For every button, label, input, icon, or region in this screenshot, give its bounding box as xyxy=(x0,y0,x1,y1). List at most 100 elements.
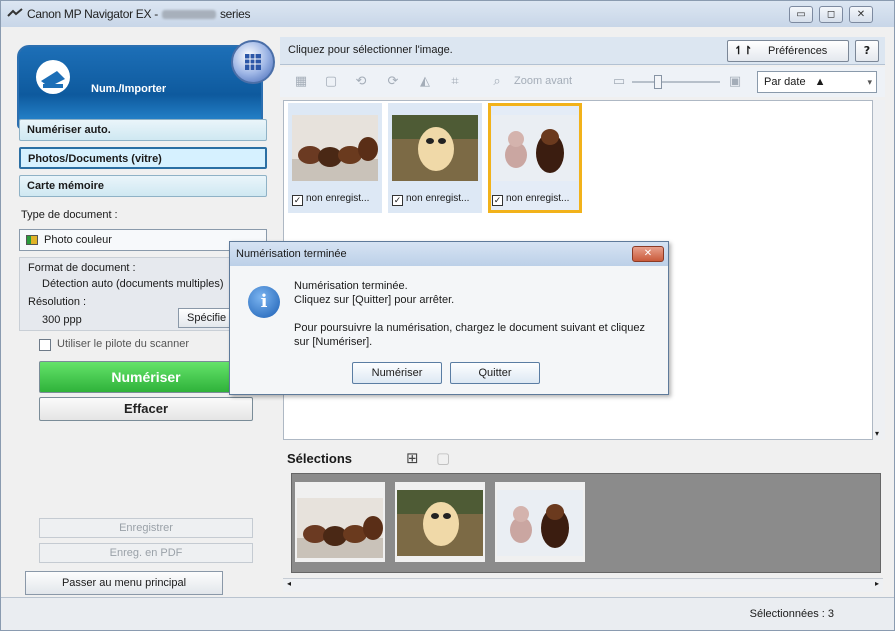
nav-auto-scan-label: Numériser auto. xyxy=(27,124,111,136)
scroll-left-icon[interactable]: ◂ xyxy=(287,579,291,588)
mirror-icon[interactable]: ◭ xyxy=(416,74,434,90)
select-all-icon[interactable]: ▦ xyxy=(292,74,310,90)
scanner-driver-label: Utiliser le pilote du scanner xyxy=(57,338,190,350)
rotate-left-icon[interactable]: ⟲ xyxy=(352,74,370,90)
dialog-quit-button[interactable]: Quitter xyxy=(450,362,540,384)
dialog-close-button[interactable]: ✕ xyxy=(632,246,664,262)
nav-memory-card-label: Carte mémoire xyxy=(27,180,105,192)
nav-photos-documents-label: Photos/Documents (vitre) xyxy=(28,153,162,165)
selections-bar: Sélections ⊞ ▢ xyxy=(280,443,885,473)
selections-label: Sélections xyxy=(287,451,353,466)
crop-icon[interactable]: ⌗ xyxy=(446,74,464,90)
thumbnail-caption: ✓ non enregist... xyxy=(492,193,582,206)
banner-label: Num./Importer xyxy=(91,83,167,95)
preferences-icon: ↿↾ xyxy=(734,45,753,57)
thumbnail-item[interactable]: ✓ non enregist... xyxy=(288,103,382,213)
deselect-icon[interactable]: ▢ xyxy=(322,74,340,90)
checked-checkbox[interactable]: ✓ xyxy=(492,195,503,206)
sort-select[interactable]: Par date ▲ ▾ xyxy=(757,71,877,93)
thumbnail-caption: ✓ non enregist... xyxy=(392,193,482,206)
checked-checkbox[interactable]: ✓ xyxy=(392,195,403,206)
dogs-photo-selected xyxy=(297,498,383,558)
scan-import-banner: Num./Importer xyxy=(17,45,263,129)
minimize-button[interactable]: ▭ xyxy=(789,6,813,23)
dogs-photo-thumbnail xyxy=(292,115,378,181)
zoom-in-label: Zoom avant xyxy=(514,75,573,87)
vertical-scrollbar[interactable]: ▾ xyxy=(873,100,885,440)
preferences-button[interactable]: ↿↾ Préférences xyxy=(727,40,849,62)
scanner-driver-checkbox[interactable] xyxy=(39,339,51,351)
sort-value: Par date xyxy=(764,76,806,88)
main-menu-button[interactable]: Passer au menu principal xyxy=(25,571,223,595)
model-name-redacted xyxy=(161,9,216,19)
dialog-body: i Numérisation terminée. Cliquez sur [Qu… xyxy=(230,266,668,394)
grid-view-icon[interactable]: ⊞ xyxy=(406,449,419,467)
image-toolbar: ▦ ▢ ⟲ ⟳ ◭ ⌗ ⌕ Zoom avant ▭ ▣ Par date ▲ … xyxy=(280,67,885,97)
save-pdf-button[interactable]: Enreg. en PDF xyxy=(39,543,253,563)
large-thumb-icon: ▣ xyxy=(728,74,742,89)
info-icon: i xyxy=(248,286,280,318)
app-window: Canon MP Navigator EX - series ▭ ◻ ✕ Num… xyxy=(0,0,895,631)
scan-button[interactable]: Numériser xyxy=(39,361,253,393)
nav-memory-card[interactable]: Carte mémoire xyxy=(19,175,267,197)
window-title: Canon MP Navigator EX - xyxy=(27,7,158,21)
checked-checkbox[interactable]: ✓ xyxy=(292,195,303,206)
selection-tray xyxy=(291,473,881,573)
scan-complete-dialog: Numérisation terminée ✕ i Numérisation t… xyxy=(229,241,669,395)
save-button[interactable]: Enregistrer xyxy=(39,518,253,538)
slider-handle[interactable] xyxy=(654,75,662,89)
status-bar: Sélectionnées : 3 xyxy=(1,597,894,630)
dog-teddy-photo-thumbnail xyxy=(492,115,578,181)
header-instruction: Cliquez pour sélectionner l'image. xyxy=(288,44,453,56)
dog-teddy-photo-selected xyxy=(497,490,583,556)
dialog-title: Numérisation terminée xyxy=(236,248,347,260)
maximize-button[interactable]: ◻ xyxy=(819,6,843,23)
horizontal-scrollbar[interactable]: ◂ ▸ xyxy=(283,578,883,592)
title-bar: Canon MP Navigator EX - series ▭ ◻ ✕ xyxy=(1,1,894,27)
scroll-right-icon[interactable]: ▸ xyxy=(875,579,879,588)
thumbnail-size-slider[interactable] xyxy=(632,81,720,83)
thumbnail-item-selected[interactable]: ✓ non enregist... xyxy=(488,103,582,213)
format-value: Détection auto (documents multiples) xyxy=(42,278,224,290)
dialog-scan-button[interactable]: Numériser xyxy=(352,362,442,384)
thumbnail-caption: ✓ non enregist... xyxy=(292,193,382,206)
resolution-value: 300 ppp xyxy=(42,314,82,326)
single-view-icon[interactable]: ▢ xyxy=(436,449,450,467)
dialog-line-4: sur [Numériser]. xyxy=(294,336,373,348)
dialog-line-3: Pour poursuivre la numérisation, chargez… xyxy=(294,322,645,334)
clear-button[interactable]: Effacer xyxy=(39,397,253,421)
scroll-down-icon[interactable]: ▾ xyxy=(875,429,879,438)
color-photo-icon xyxy=(26,235,38,245)
dog-photo-selected xyxy=(397,490,483,556)
thumbnail-caption-text: non enregist... xyxy=(306,193,370,204)
small-thumb-icon: ▭ xyxy=(612,74,626,89)
thumbnail-caption-text: non enregist... xyxy=(506,193,570,204)
nav-auto-scan[interactable]: Numériser auto. xyxy=(19,119,267,141)
selected-count: Sélectionnées : 3 xyxy=(749,608,834,620)
preferences-label: Préférences xyxy=(768,45,828,57)
selected-thumbnail[interactable] xyxy=(295,482,385,562)
close-window-button[interactable]: ✕ xyxy=(849,6,873,23)
app-logo-icon xyxy=(7,8,23,17)
zoom-icon[interactable]: ⌕ xyxy=(488,74,506,90)
window-title-suffix: series xyxy=(219,7,251,21)
dialog-title-bar: Numérisation terminée ✕ xyxy=(230,242,668,266)
thumbnail-caption-text: non enregist... xyxy=(406,193,470,204)
view-mode-globe-icon[interactable] xyxy=(231,40,275,84)
help-button[interactable]: ? xyxy=(855,40,879,62)
scanner-icon xyxy=(36,60,70,94)
selected-thumbnail[interactable] xyxy=(495,482,585,562)
format-label: Format de document : xyxy=(28,262,136,274)
selected-thumbnail[interactable] xyxy=(395,482,485,562)
rotate-right-icon[interactable]: ⟳ xyxy=(384,74,402,90)
nav-photos-documents[interactable]: Photos/Documents (vitre) xyxy=(19,147,267,169)
thumbnail-item[interactable]: ✓ non enregist... xyxy=(388,103,482,213)
content-header: Cliquez pour sélectionner l'image. ↿↾ Pr… xyxy=(280,37,885,65)
dialog-line-1: Numérisation terminée. xyxy=(294,280,408,292)
chevron-down-icon: ▾ xyxy=(867,77,872,87)
doc-type-label: Type de document : xyxy=(21,209,118,221)
doc-type-value: Photo couleur xyxy=(44,234,112,246)
resolution-label: Résolution : xyxy=(28,296,87,308)
dialog-line-2: Cliquez sur [Quitter] pour arrêter. xyxy=(294,294,455,306)
sort-asc-icon: ▲ xyxy=(814,76,826,88)
